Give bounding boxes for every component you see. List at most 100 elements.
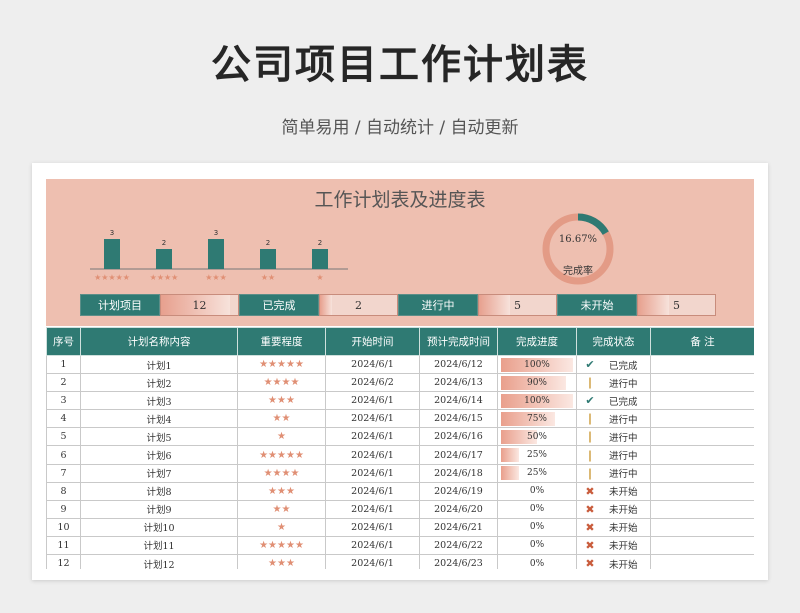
- cell-start[interactable]: 2024/6/1: [325, 391, 420, 411]
- cell-name[interactable]: 计划12: [80, 554, 238, 569]
- cell-end[interactable]: 2024/6/19: [419, 481, 498, 501]
- cell-no[interactable]: 9: [46, 499, 81, 519]
- col-header[interactable]: 完成进度: [497, 327, 577, 356]
- cell-status[interactable]: ❙ 进行中: [576, 427, 651, 447]
- table-row[interactable]: 11 计划11 ★★★★★ 2024/6/1 2024/6/22 0% ✖ 未开始: [46, 535, 754, 556]
- cell-remark[interactable]: [650, 535, 754, 556]
- cell-no[interactable]: 10: [46, 517, 81, 537]
- cell-status[interactable]: ❙ 进行中: [576, 409, 651, 429]
- cell-progress[interactable]: 0%: [497, 535, 577, 556]
- cell-no[interactable]: 1: [46, 354, 81, 375]
- cell-name[interactable]: 计划6: [80, 445, 238, 465]
- cell-remark[interactable]: [650, 463, 754, 483]
- cell-start[interactable]: 2024/6/1: [325, 517, 420, 537]
- cell-importance[interactable]: ★★★★★: [237, 354, 326, 375]
- cell-remark[interactable]: [650, 554, 754, 569]
- cell-status[interactable]: ✖ 未开始: [576, 481, 651, 501]
- table-row[interactable]: 7 计划7 ★★★★ 2024/6/1 2024/6/18 25% ❙ 进行中: [46, 463, 754, 483]
- cell-progress[interactable]: 100%: [497, 391, 577, 411]
- cell-end[interactable]: 2024/6/13: [419, 373, 498, 393]
- cell-importance[interactable]: ★★: [237, 409, 326, 429]
- cell-progress[interactable]: 0%: [497, 554, 577, 569]
- cell-name[interactable]: 计划8: [80, 481, 238, 501]
- cell-status[interactable]: ❙ 进行中: [576, 445, 651, 465]
- cell-start[interactable]: 2024/6/1: [325, 427, 420, 447]
- cell-importance[interactable]: ★★★★★: [237, 445, 326, 465]
- cell-progress[interactable]: 25%: [497, 445, 577, 465]
- cell-progress[interactable]: 75%: [497, 409, 577, 429]
- cell-status[interactable]: ✖ 未开始: [576, 554, 651, 569]
- cell-end[interactable]: 2024/6/15: [419, 409, 498, 429]
- table-row[interactable]: 10 计划10 ★ 2024/6/1 2024/6/21 0% ✖ 未开始: [46, 517, 754, 537]
- cell-no[interactable]: 5: [46, 427, 81, 447]
- cell-start[interactable]: 2024/6/2: [325, 373, 420, 393]
- cell-importance[interactable]: ★★★: [237, 481, 326, 501]
- cell-name[interactable]: 计划4: [80, 409, 238, 429]
- cell-progress[interactable]: 0%: [497, 499, 577, 519]
- cell-status[interactable]: ✖ 未开始: [576, 535, 651, 556]
- table-row[interactable]: 8 计划8 ★★★ 2024/6/1 2024/6/19 0% ✖ 未开始: [46, 481, 754, 501]
- cell-importance[interactable]: ★★★: [237, 554, 326, 569]
- cell-remark[interactable]: [650, 391, 754, 411]
- cell-name[interactable]: 计划10: [80, 517, 238, 537]
- cell-name[interactable]: 计划9: [80, 499, 238, 519]
- table-row[interactable]: 6 计划6 ★★★★★ 2024/6/1 2024/6/17 25% ❙ 进行中: [46, 445, 754, 465]
- cell-remark[interactable]: [650, 481, 754, 501]
- table-row[interactable]: 9 计划9 ★★ 2024/6/1 2024/6/20 0% ✖ 未开始: [46, 499, 754, 519]
- col-header[interactable]: 序号: [46, 327, 81, 356]
- cell-status[interactable]: ✔ 已完成: [576, 391, 651, 411]
- cell-status[interactable]: ❙ 进行中: [576, 373, 651, 393]
- cell-status[interactable]: ✔ 已完成: [576, 354, 651, 375]
- cell-end[interactable]: 2024/6/22: [419, 535, 498, 556]
- cell-end[interactable]: 2024/6/23: [419, 554, 498, 569]
- cell-remark[interactable]: [650, 354, 754, 375]
- cell-end[interactable]: 2024/6/18: [419, 463, 498, 483]
- cell-importance[interactable]: ★★★: [237, 391, 326, 411]
- table-row[interactable]: 5 计划5 ★ 2024/6/1 2024/6/16 50% ❙ 进行中: [46, 427, 754, 447]
- cell-name[interactable]: 计划1: [80, 354, 238, 375]
- cell-start[interactable]: 2024/6/1: [325, 445, 420, 465]
- cell-progress[interactable]: 0%: [497, 481, 577, 501]
- cell-no[interactable]: 2: [46, 373, 81, 393]
- cell-no[interactable]: 6: [46, 445, 81, 465]
- cell-start[interactable]: 2024/6/1: [325, 535, 420, 556]
- cell-importance[interactable]: ★★★★: [237, 373, 326, 393]
- cell-name[interactable]: 计划7: [80, 463, 238, 483]
- cell-no[interactable]: 3: [46, 391, 81, 411]
- cell-end[interactable]: 2024/6/16: [419, 427, 498, 447]
- cell-start[interactable]: 2024/6/1: [325, 409, 420, 429]
- cell-start[interactable]: 2024/6/1: [325, 481, 420, 501]
- cell-remark[interactable]: [650, 499, 754, 519]
- cell-remark[interactable]: [650, 373, 754, 393]
- cell-name[interactable]: 计划3: [80, 391, 238, 411]
- cell-importance[interactable]: ★★: [237, 499, 326, 519]
- cell-name[interactable]: 计划2: [80, 373, 238, 393]
- table-row[interactable]: 1 计划1 ★★★★★ 2024/6/1 2024/6/12 100% ✔ 已完成: [46, 354, 754, 375]
- cell-progress[interactable]: 50%: [497, 427, 577, 447]
- cell-end[interactable]: 2024/6/17: [419, 445, 498, 465]
- cell-importance[interactable]: ★★★★★: [237, 535, 326, 556]
- cell-importance[interactable]: ★: [237, 517, 326, 537]
- cell-start[interactable]: 2024/6/1: [325, 354, 420, 375]
- cell-progress[interactable]: 100%: [497, 354, 577, 375]
- cell-remark[interactable]: [650, 517, 754, 537]
- col-header[interactable]: 完成状态: [576, 327, 651, 356]
- col-header[interactable]: 备 注: [650, 327, 754, 356]
- col-header[interactable]: 预计完成时间: [419, 327, 498, 356]
- cell-status[interactable]: ❙ 进行中: [576, 463, 651, 483]
- col-header[interactable]: 重要程度: [237, 327, 326, 356]
- cell-status[interactable]: ✖ 未开始: [576, 499, 651, 519]
- table-row[interactable]: 2 计划2 ★★★★ 2024/6/2 2024/6/13 90% ❙ 进行中: [46, 373, 754, 393]
- cell-start[interactable]: 2024/6/1: [325, 463, 420, 483]
- cell-status[interactable]: ✖ 未开始: [576, 517, 651, 537]
- col-header[interactable]: 计划名称内容: [80, 327, 238, 356]
- cell-end[interactable]: 2024/6/12: [419, 354, 498, 375]
- cell-importance[interactable]: ★: [237, 427, 326, 447]
- cell-no[interactable]: 8: [46, 481, 81, 501]
- cell-progress[interactable]: 90%: [497, 373, 577, 393]
- cell-no[interactable]: 12: [46, 554, 81, 569]
- cell-progress[interactable]: 0%: [497, 517, 577, 537]
- cell-end[interactable]: 2024/6/20: [419, 499, 498, 519]
- table-row[interactable]: 3 计划3 ★★★ 2024/6/1 2024/6/14 100% ✔ 已完成: [46, 391, 754, 411]
- cell-remark[interactable]: [650, 427, 754, 447]
